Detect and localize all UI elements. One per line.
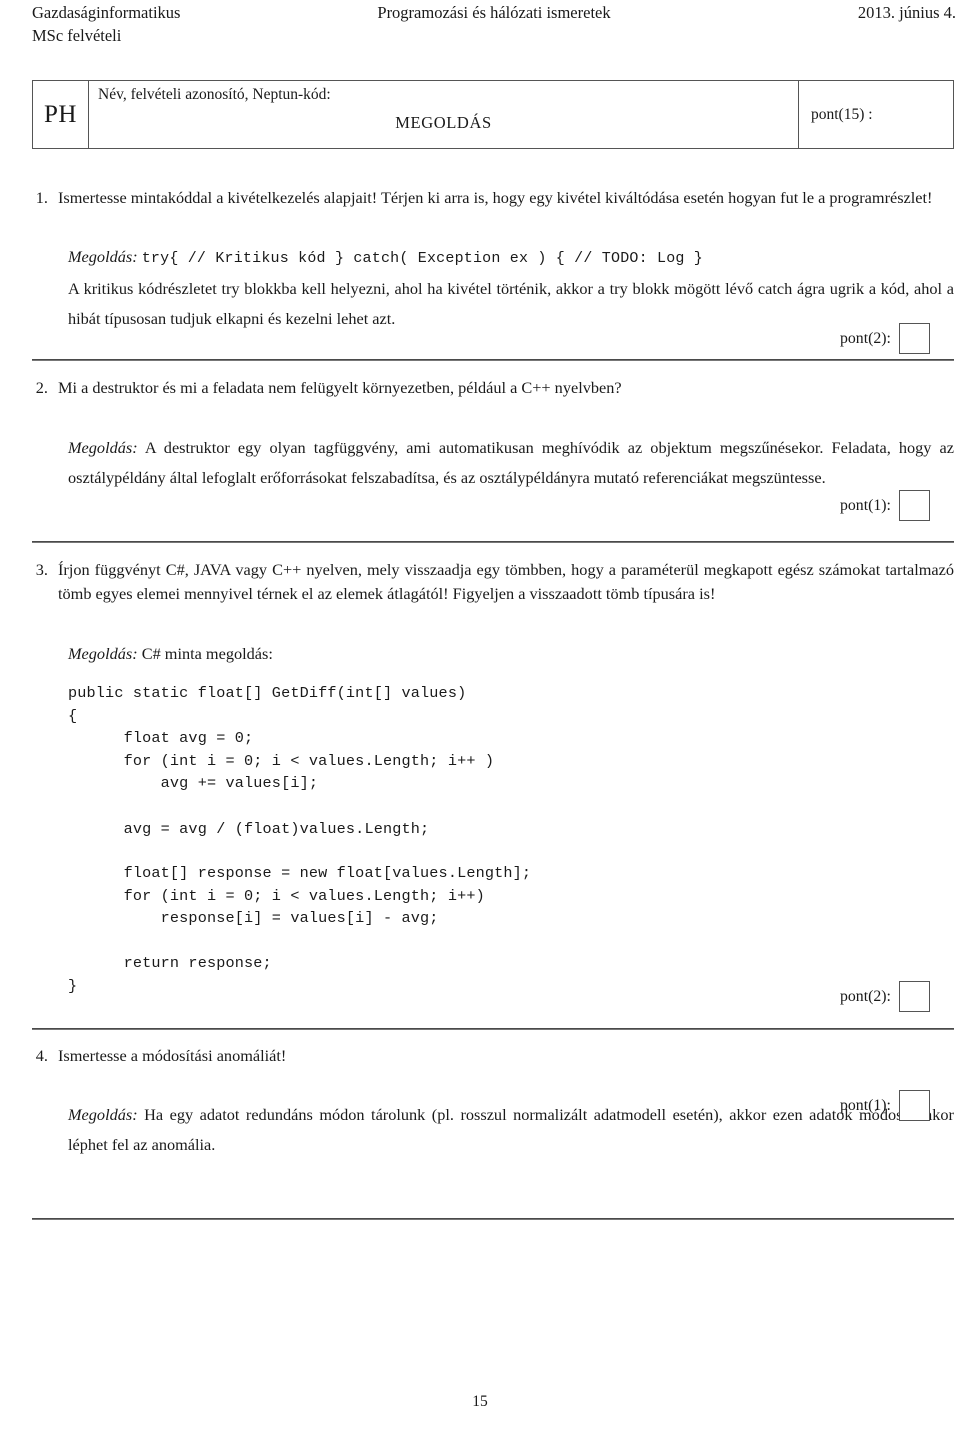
question-2-point-box[interactable]	[898, 490, 930, 521]
question-1: 1. Ismertesse mintakóddal a kivételkezel…	[32, 186, 954, 334]
question-2-point-field[interactable]: pont(1):	[840, 490, 930, 521]
question-1-number: 1.	[35, 188, 48, 207]
question-1-point-box[interactable]	[898, 323, 930, 354]
question-4-point-field[interactable]: pont(1):	[840, 1090, 930, 1121]
question-1-solution-code: try{ // Kritikus kód } catch( Exception …	[141, 250, 704, 267]
question-3-point-label: pont(2):	[840, 987, 891, 1005]
question-3-solution-label: Megoldás:	[68, 644, 138, 663]
question-4-point-label: pont(1):	[840, 1096, 891, 1114]
question-3: 3. Írjon függvényt C#, JAVA vagy C++ nye…	[32, 558, 954, 667]
question-3-heading: 3. Írjon függvényt C#, JAVA vagy C++ nye…	[32, 558, 954, 606]
running-head-left-line2: MSc felvételi	[32, 26, 122, 45]
question-3-prompt: Írjon függvényt C#, JAVA vagy C++ nyelve…	[58, 560, 954, 603]
question-4-point-box[interactable]	[898, 1090, 930, 1121]
question-2-heading: 2. Mi a destruktor és mi a feladata nem …	[32, 376, 954, 400]
question-4-number: 4.	[35, 1046, 48, 1065]
question-2-prompt: Mi a destruktor és mi a feladata nem fel…	[58, 378, 622, 397]
question-1-solution-text: A kritikus kódrészletet try blokkba kell…	[68, 279, 954, 328]
running-head: Gazdaságinformatikus Programozási és hál…	[32, 2, 956, 46]
question-4-solution-text: Ha egy adatot redundáns módon tárolunk (…	[68, 1105, 954, 1154]
question-2: 2. Mi a destruktor és mi a feladata nem …	[32, 376, 954, 493]
question-2-solution-label: Megoldás:	[68, 438, 138, 457]
subject-code-cell: PH	[33, 81, 89, 148]
section-rule-2	[32, 541, 954, 543]
question-3-solution-text: C# minta megoldás:	[141, 644, 273, 663]
question-1-point-field[interactable]: pont(2):	[840, 323, 930, 354]
question-3-code-block-1: public static float[] GetDiff(int[] valu…	[68, 684, 495, 838]
page-number: 15	[472, 1393, 488, 1410]
candidate-name-cell[interactable]: Név, felvételi azonosító, Neptun-kód: ME…	[89, 81, 799, 148]
question-4-heading: 4. Ismertesse a módosítási anomáliát!	[32, 1044, 954, 1068]
question-3-point-field[interactable]: pont(2):	[840, 981, 930, 1012]
question-4: 4. Ismertesse a módosítási anomáliát! Me…	[32, 1044, 954, 1160]
section-rule-1	[32, 359, 954, 361]
question-3-solution: Megoldás: C# minta megoldás:	[32, 640, 954, 667]
identification-table: PH Név, felvételi azonosító, Neptun-kód:…	[32, 80, 954, 149]
question-1-point-label: pont(2):	[840, 329, 891, 347]
question-3-point-box[interactable]	[898, 981, 930, 1012]
exam-page: Gazdaságinformatikus Programozási és hál…	[0, 0, 960, 1435]
total-points-cell[interactable]: pont(15) :	[799, 81, 953, 148]
section-rule-3	[32, 1028, 954, 1030]
question-2-solution-text: A destruktor egy olyan tagfüggvény, ami …	[68, 438, 954, 487]
running-head-center: Programozási és hálózati ismeretek	[377, 3, 611, 22]
total-points-label: pont(15) :	[811, 105, 873, 123]
question-1-solution: Megoldás: try{ // Kritikus kód } catch( …	[32, 242, 954, 274]
question-4-solution: Megoldás: Ha egy adatot redundáns módon …	[32, 1100, 954, 1160]
question-3-code-block-2: float[] response = new float[values.Leng…	[68, 864, 532, 995]
question-1-solution-label: Megoldás:	[68, 247, 138, 266]
question-2-solution: Megoldás: A destruktor egy olyan tagfügg…	[32, 433, 954, 493]
question-2-point-label: pont(1):	[840, 496, 891, 514]
question-3-number: 3.	[35, 560, 48, 579]
candidate-name-label: Név, felvételi azonosító, Neptun-kód:	[98, 86, 331, 103]
candidate-name-value: MEGOLDÁS	[395, 113, 492, 132]
question-1-prompt: Ismertesse mintakóddal a kivételkezelés …	[58, 188, 933, 207]
section-rule-4	[32, 1218, 954, 1220]
question-1-heading: 1. Ismertesse mintakóddal a kivételkezel…	[32, 186, 954, 210]
question-4-prompt: Ismertesse a módosítási anomáliát!	[58, 1046, 287, 1065]
question-2-number: 2.	[35, 378, 48, 397]
question-4-solution-label: Megoldás:	[68, 1105, 138, 1124]
